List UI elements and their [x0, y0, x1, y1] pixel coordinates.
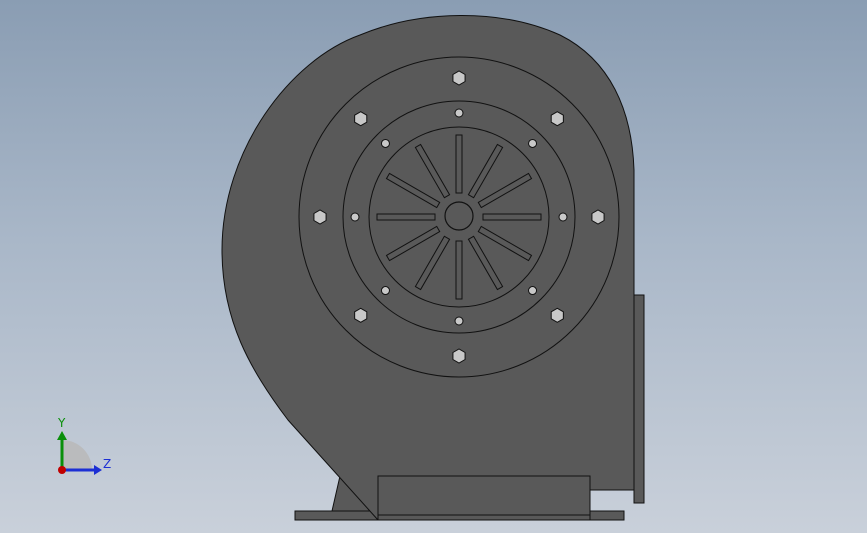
z-axis-arrow: [94, 465, 102, 475]
inner-bolt-hole: [350, 212, 360, 222]
outer-bolt-hex: [550, 307, 564, 323]
inner-bolt-hole: [558, 212, 568, 222]
discharge-box: [377, 475, 591, 521]
impeller-blade: [376, 213, 436, 221]
outer-bolt-hex: [354, 111, 368, 127]
triad-quarter-disc: [62, 440, 92, 470]
inner-bolt-hole: [380, 286, 390, 296]
inner-bolt-hole: [380, 138, 390, 148]
z-axis-label: Z: [103, 457, 111, 471]
outer-bolt-hex: [452, 70, 466, 86]
inner-bolt-hole: [528, 286, 538, 296]
inner-bolt-hole: [454, 316, 464, 326]
x-axis-dot: [58, 466, 66, 474]
outer-bolt-hex: [354, 307, 368, 323]
outlet-flange: [633, 294, 645, 504]
y-axis-arrow: [57, 431, 67, 440]
outer-bolt-hex: [313, 209, 327, 225]
impeller-blade: [482, 213, 542, 221]
outer-bolt-hex: [550, 111, 564, 127]
impeller-hub: [444, 201, 474, 231]
axis-triad[interactable]: Y Z: [57, 416, 111, 475]
inner-bolt-hole: [454, 108, 464, 118]
outer-bolt-hex: [591, 209, 605, 225]
impeller-blade: [455, 240, 463, 300]
y-axis-label: Y: [57, 416, 66, 430]
3d-viewport[interactable]: Y Z: [0, 0, 867, 533]
fan-model-drawing: Y Z: [57, 15, 645, 521]
impeller-blade: [455, 134, 463, 194]
outer-bolt-hex: [452, 348, 466, 364]
inner-bolt-hole: [528, 138, 538, 148]
